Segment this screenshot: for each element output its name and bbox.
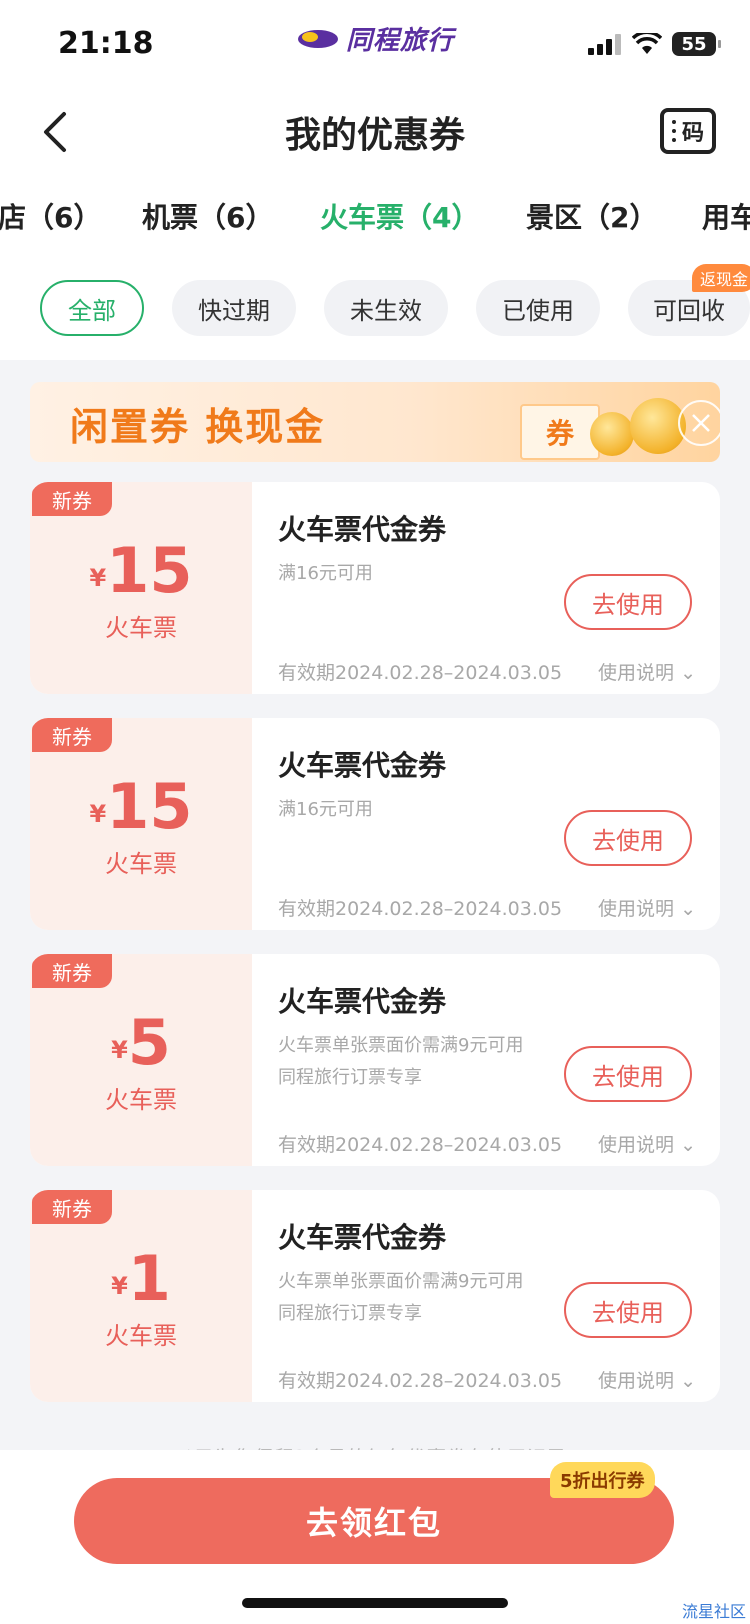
usage-note-label: 使用说明 — [598, 1370, 675, 1392]
condition-line: 满16元可用 — [278, 799, 373, 820]
brand-name: 同程旅行 — [346, 26, 455, 56]
chevron-down-icon: ⌄ — [680, 1134, 696, 1156]
tab-train[interactable]: 火车票（4） — [320, 196, 479, 236]
coupon-validity: 有效期2024.02.28–2024.03.05 — [278, 662, 563, 684]
tab-scenic[interactable]: 景区（2） — [526, 196, 657, 236]
coupon-condition: 火车票单张票面价需满9元可用 同程旅行订票专享 — [278, 1030, 523, 1094]
amount-value: 15 — [106, 534, 193, 607]
coupon-card: 新券 ¥15 火车票 火车票代金券 满16元可用 去使用 有效期2024.02.… — [30, 718, 720, 930]
filter-all[interactable]: 全部 — [40, 280, 144, 336]
usage-note-label: 使用说明 — [598, 898, 675, 920]
wifi-icon — [632, 33, 662, 54]
filter-used[interactable]: 已使用 — [476, 280, 600, 336]
new-coupon-tag: 新券 — [32, 954, 112, 988]
tab-car[interactable]: 用车 — [702, 196, 750, 236]
brand-logo-icon — [298, 29, 338, 48]
coupon-type: 火车票 — [105, 1086, 177, 1114]
close-icon — [692, 414, 710, 432]
home-indicator — [242, 1598, 508, 1608]
coupon-card: 新券 ¥1 火车票 火车票代金券 火车票单张票面价需满9元可用 同程旅行订票专享… — [30, 1190, 720, 1402]
use-coupon-button[interactable]: 去使用 — [564, 1046, 692, 1102]
usage-note-label: 使用说明 — [598, 662, 675, 684]
new-coupon-tag: 新券 — [32, 482, 112, 516]
condition-line: 满16元可用 — [278, 563, 373, 584]
condition-line: 同程旅行订票专享 — [278, 1067, 422, 1088]
condition-line: 火车票单张票面价需满9元可用 — [278, 1035, 524, 1056]
new-coupon-tag: 新券 — [32, 1190, 112, 1224]
tab-flight[interactable]: 机票（6） — [142, 196, 273, 236]
battery-icon: 55 — [672, 32, 721, 56]
coupon-type: 火车票 — [105, 850, 177, 878]
promo-badge: 5折出行券 — [550, 1462, 655, 1498]
chevron-down-icon: ⌄ — [680, 1370, 696, 1392]
coin-icon — [590, 412, 634, 456]
currency-symbol: ¥ — [111, 1036, 128, 1064]
filter-expiring[interactable]: 快过期 — [172, 280, 296, 336]
close-banner-button[interactable] — [678, 400, 720, 446]
coupon-title: 火车票代金券 — [278, 985, 447, 1018]
use-coupon-button[interactable]: 去使用 — [564, 1282, 692, 1338]
coupon-validity: 有效期2024.02.28–2024.03.05 — [278, 1134, 563, 1156]
status-time: 21:18 — [58, 26, 154, 61]
usage-note-toggle[interactable]: 使用说明 ⌄ — [598, 1130, 696, 1157]
coupon-amount: ¥1 — [30, 1242, 252, 1315]
coupon-condition: 火车票单张票面价需满9元可用 同程旅行订票专享 — [278, 1266, 523, 1330]
watermark: 流星社区 — [681, 1602, 746, 1621]
coupon-condition: 满16元可用 — [278, 558, 373, 590]
category-tabs: 店（6） 机票（6） 火车票（4） 景区（2） 用车 — [0, 196, 750, 246]
chevron-down-icon: ⌄ — [680, 898, 696, 920]
amount-value: 5 — [127, 1006, 171, 1079]
tab-hotel[interactable]: 店（6） — [0, 196, 101, 236]
status-icons: 55 — [588, 32, 721, 56]
coupon-amount: ¥15 — [30, 534, 252, 607]
coupon-card: 新券 ¥15 火车票 火车票代金券 满16元可用 去使用 有效期2024.02.… — [30, 482, 720, 694]
coupon-title: 火车票代金券 — [278, 749, 447, 782]
coupon-amount: ¥5 — [30, 1006, 252, 1079]
coupon-title: 火车票代金券 — [278, 513, 447, 546]
new-coupon-tag: 新券 — [32, 718, 112, 752]
usage-note-toggle[interactable]: 使用说明 ⌄ — [598, 894, 696, 921]
exchange-cash-banner[interactable]: 闲置券 换现金 券 — [30, 382, 720, 462]
banner-text: 闲置券 换现金 — [70, 405, 326, 449]
page-title: 我的优惠券 — [284, 115, 465, 156]
brand: 同程旅行 — [296, 20, 454, 57]
currency-symbol: ¥ — [89, 800, 107, 828]
usage-note-toggle[interactable]: 使用说明 ⌄ — [598, 658, 696, 685]
amount-value: 15 — [106, 770, 193, 843]
use-coupon-button[interactable]: 去使用 — [564, 574, 692, 630]
usage-note-label: 使用说明 — [598, 1134, 675, 1156]
chevron-down-icon: ⌄ — [680, 662, 696, 684]
currency-symbol: ¥ — [111, 1272, 128, 1300]
cashback-badge: 返现金 — [692, 264, 750, 292]
signal-icon — [588, 34, 621, 55]
coupon-amount: ¥15 — [30, 770, 252, 843]
qr-code-button[interactable]: 码 — [660, 108, 716, 154]
amount-value: 1 — [127, 1242, 171, 1315]
coupon-title: 火车票代金券 — [278, 1221, 447, 1254]
ticket-label: 券 — [545, 417, 574, 450]
coupon-validity: 有效期2024.02.28–2024.03.05 — [278, 898, 563, 920]
coupon-card: 新券 ¥5 火车票 火车票代金券 火车票单张票面价需满9元可用 同程旅行订票专享… — [30, 954, 720, 1166]
use-coupon-button[interactable]: 去使用 — [564, 810, 692, 866]
condition-line: 火车票单张票面价需满9元可用 — [278, 1271, 524, 1292]
currency-symbol: ¥ — [89, 564, 107, 592]
condition-line: 同程旅行订票专享 — [278, 1303, 422, 1324]
ticket-icon: 券 — [520, 404, 600, 460]
coupon-validity: 有效期2024.02.28–2024.03.05 — [278, 1370, 563, 1392]
usage-note-toggle[interactable]: 使用说明 ⌄ — [598, 1366, 696, 1393]
coupon-type: 火车票 — [105, 614, 177, 642]
coupon-condition: 满16元可用 — [278, 794, 373, 826]
filter-not-active[interactable]: 未生效 — [324, 280, 448, 336]
coupon-type: 火车票 — [105, 1322, 177, 1350]
qr-code-label: 码 — [681, 121, 704, 146]
